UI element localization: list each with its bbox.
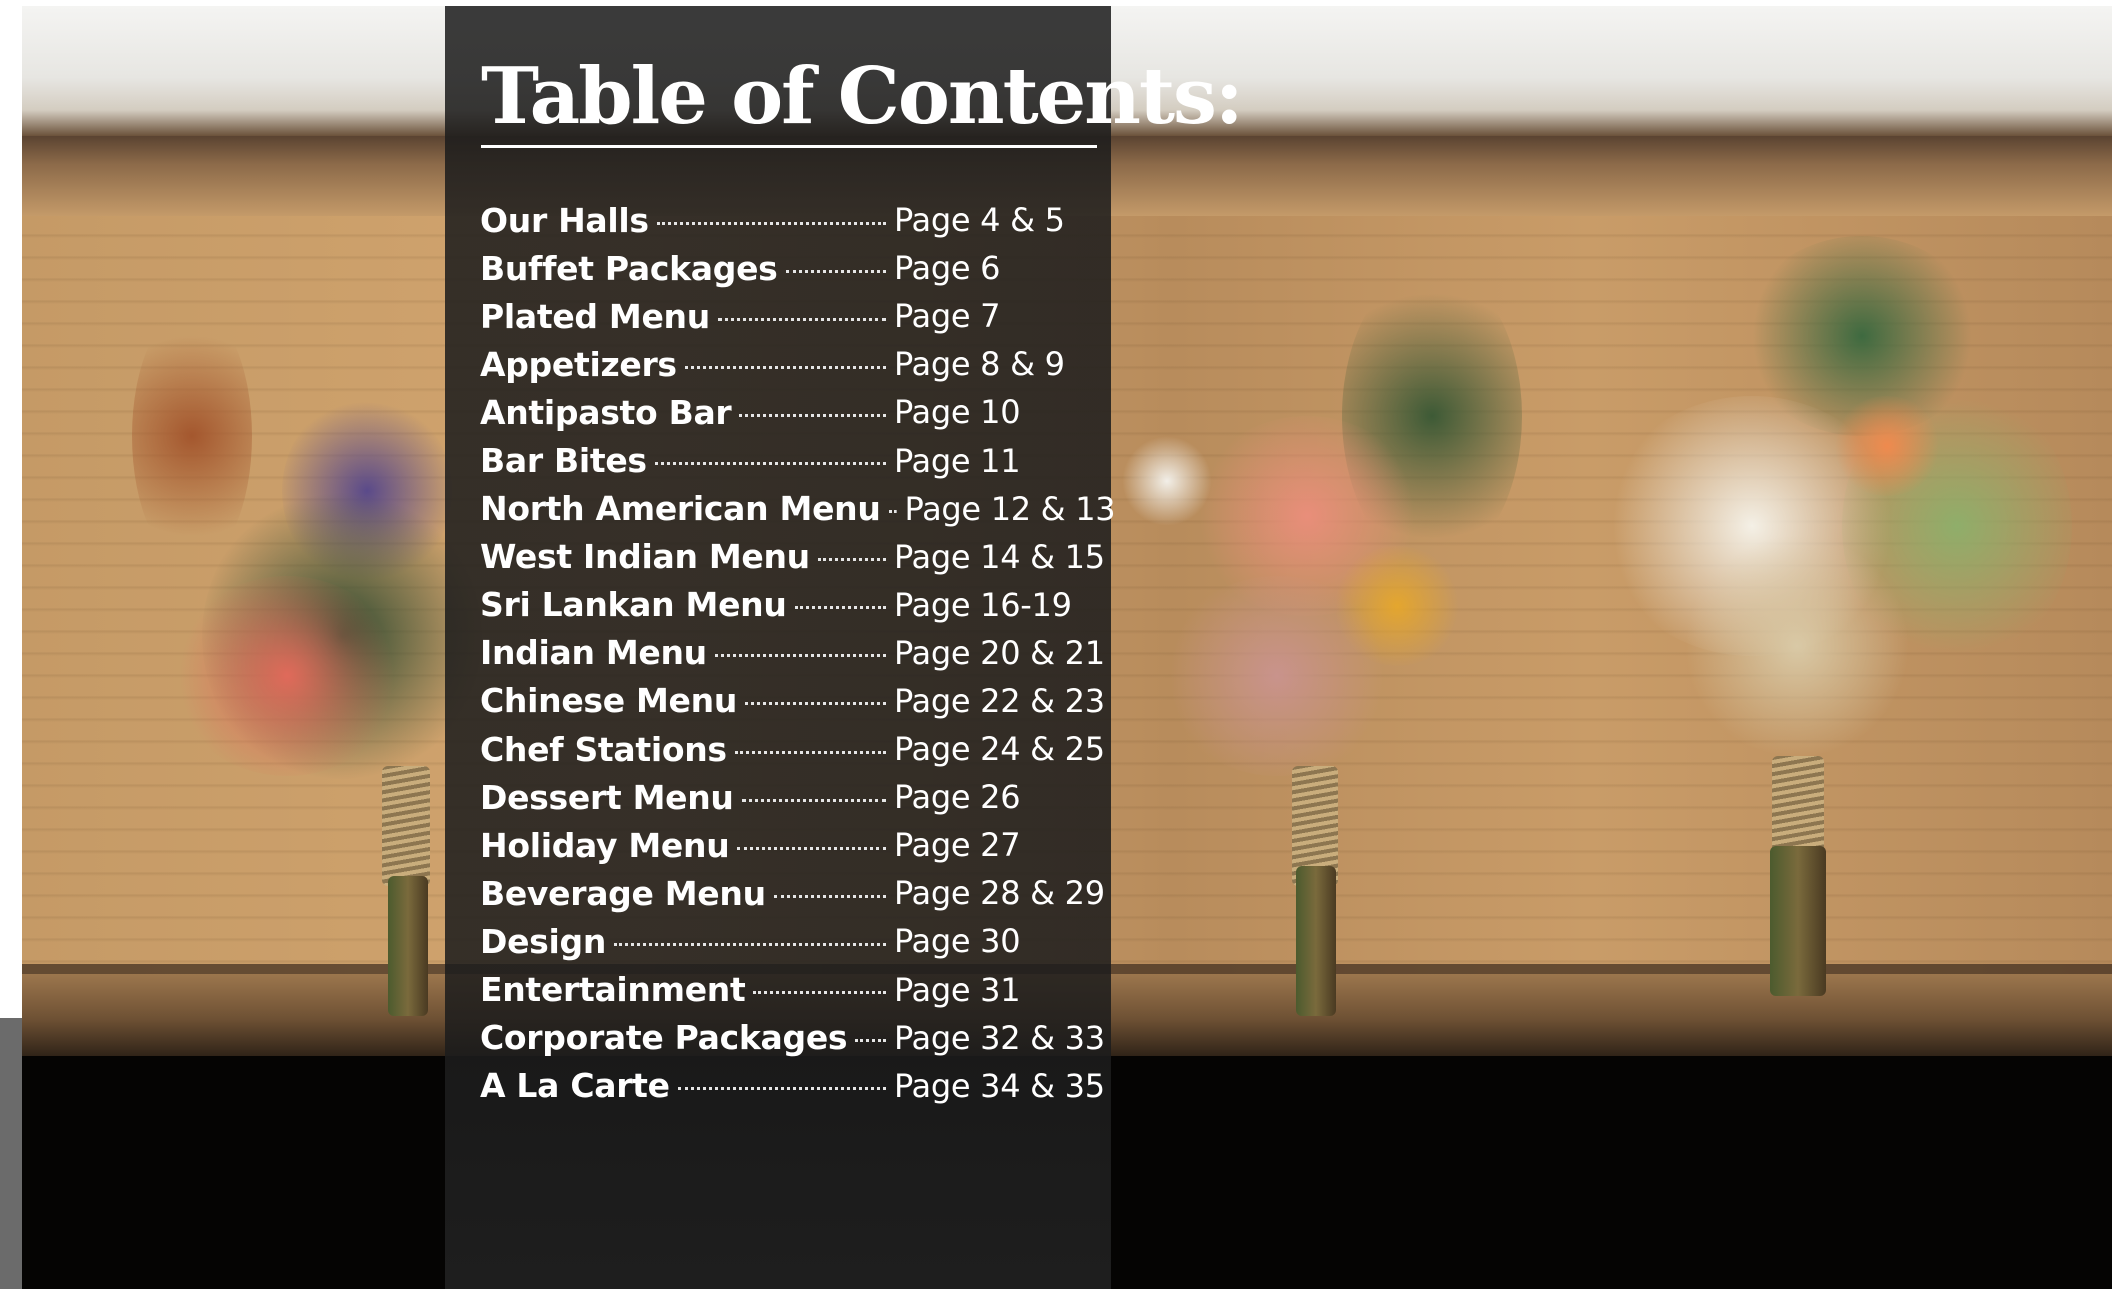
toc-entry[interactable]: Dessert Menu Page 26: [480, 773, 1100, 821]
page-title: Table of Contents:: [481, 51, 1244, 142]
boutonniere-right: [1522, 216, 2082, 1016]
toc-entry-label: North American Menu: [480, 489, 881, 529]
toc-entry[interactable]: Entertainment Page 31: [480, 966, 1100, 1014]
toc-entry-label: Appetizers: [480, 344, 677, 384]
toc-entry-label: West Indian Menu: [480, 537, 810, 577]
toc-entry[interactable]: West Indian Menu Page 14 & 15: [480, 533, 1105, 581]
toc-entry-page: Page 31: [894, 970, 1021, 1009]
toc-entry[interactable]: Plated Menu Page 7: [480, 292, 1100, 340]
dot-leader: [717, 317, 886, 321]
toc-entry-page: Page 27: [894, 826, 1021, 865]
toc-entry-page: Page 28 & 29: [894, 874, 1105, 913]
dot-leader: [741, 798, 886, 802]
toc-entry[interactable]: Appetizers Page 8 & 9: [480, 340, 1100, 388]
dot-leader: [734, 750, 886, 754]
dot-leader: [677, 1087, 886, 1091]
boutonniere-left: [82, 246, 482, 1026]
dot-leader: [785, 269, 886, 273]
toc-entry[interactable]: Holiday Menu Page 27: [480, 821, 1100, 869]
toc-entry[interactable]: Design Page 30: [480, 917, 1100, 965]
dot-leader: [656, 221, 886, 225]
left-edge-strip: [0, 1018, 22, 1289]
toc-entry-page: Page 12 & 13: [904, 489, 1116, 528]
toc-entry-label: Bar Bites: [480, 441, 647, 481]
toc-list: Our Halls Page 4 & 5 Buffet Packages Page 6…: [480, 196, 1116, 1110]
toc-entry-page: Page 22 & 23: [894, 681, 1105, 720]
dot-leader: [773, 894, 886, 898]
dot-leader: [614, 942, 886, 946]
toc-entry-label: Buffet Packages: [480, 248, 778, 288]
toc-entry-label: Entertainment: [480, 970, 746, 1010]
toc-entry-label: Dessert Menu: [480, 777, 734, 817]
toc-entry-page: Page 20 & 21: [894, 633, 1105, 672]
toc-entry[interactable]: Beverage Menu Page 28 & 29: [480, 869, 1105, 917]
toc-entry-page: Page 32 & 33: [894, 1018, 1105, 1057]
toc-entry-page: Page 10: [894, 393, 1021, 432]
toc-entry-page: Page 24 & 25: [894, 730, 1105, 769]
toc-entry-label: Beverage Menu: [480, 873, 766, 913]
toc-entry[interactable]: North American Menu Page 12 & 13: [480, 485, 1116, 533]
toc-entry-label: Antipasto Bar: [480, 392, 732, 432]
title-underline: [481, 145, 1097, 148]
toc-entry-page: Page 8 & 9: [894, 345, 1065, 384]
toc-entry-label: Holiday Menu: [480, 825, 730, 865]
toc-entry-page: Page 34 & 35: [894, 1066, 1105, 1105]
toc-entry[interactable]: Buffet Packages Page 6: [480, 244, 1100, 292]
dot-leader: [888, 510, 897, 514]
dot-leader: [739, 413, 886, 417]
toc-entry[interactable]: Chinese Menu Page 22 & 23: [480, 677, 1105, 725]
dot-leader: [753, 991, 886, 995]
toc-entry-label: Our Halls: [480, 200, 649, 240]
toc-entry-page: Page 7: [894, 297, 1001, 336]
dot-leader: [745, 702, 886, 706]
toc-entry[interactable]: Indian Menu Page 20 & 21: [480, 629, 1105, 677]
toc-entry-label: A La Carte: [480, 1066, 670, 1106]
toc-entry-label: Sri Lankan Menu: [480, 585, 787, 625]
toc-entry[interactable]: Sri Lankan Menu Page 16-19: [480, 581, 1100, 629]
toc-entry-page: Page 30: [894, 922, 1021, 961]
dot-leader: [855, 1039, 886, 1043]
toc-entry-page: Page 6: [894, 249, 1001, 288]
toc-entry-label: Design: [480, 921, 607, 961]
toc-entry-label: Plated Menu: [480, 296, 710, 336]
toc-entry[interactable]: Corporate Packages Page 32 & 33: [480, 1014, 1105, 1062]
toc-entry-label: Indian Menu: [480, 633, 707, 673]
dot-leader: [794, 606, 886, 610]
toc-entry-page: Page 16-19: [894, 585, 1072, 624]
dot-leader: [714, 654, 886, 658]
toc-entry-page: Page 14 & 15: [894, 537, 1105, 576]
toc-entry-page: Page 4 & 5: [894, 201, 1065, 240]
dot-leader: [654, 462, 886, 466]
toc-entry-label: Chinese Menu: [480, 681, 738, 721]
dot-leader: [684, 365, 886, 369]
dot-leader: [817, 558, 886, 562]
toc-entry[interactable]: Our Halls Page 4 & 5: [480, 196, 1100, 244]
toc-entry[interactable]: Antipasto Bar Page 10: [480, 388, 1100, 436]
boutonniere-middle: [1102, 246, 1522, 1046]
toc-entry-label: Corporate Packages: [480, 1018, 848, 1058]
toc-entry-label: Chef Stations: [480, 729, 727, 769]
toc-entry[interactable]: A La Carte Page 34 & 35: [480, 1062, 1105, 1110]
dot-leader: [737, 846, 886, 850]
toc-entry[interactable]: Chef Stations Page 24 & 25: [480, 725, 1105, 773]
toc-entry-page: Page 26: [894, 778, 1021, 817]
toc-entry[interactable]: Bar Bites Page 11: [480, 436, 1100, 484]
toc-entry-page: Page 11: [894, 441, 1021, 480]
